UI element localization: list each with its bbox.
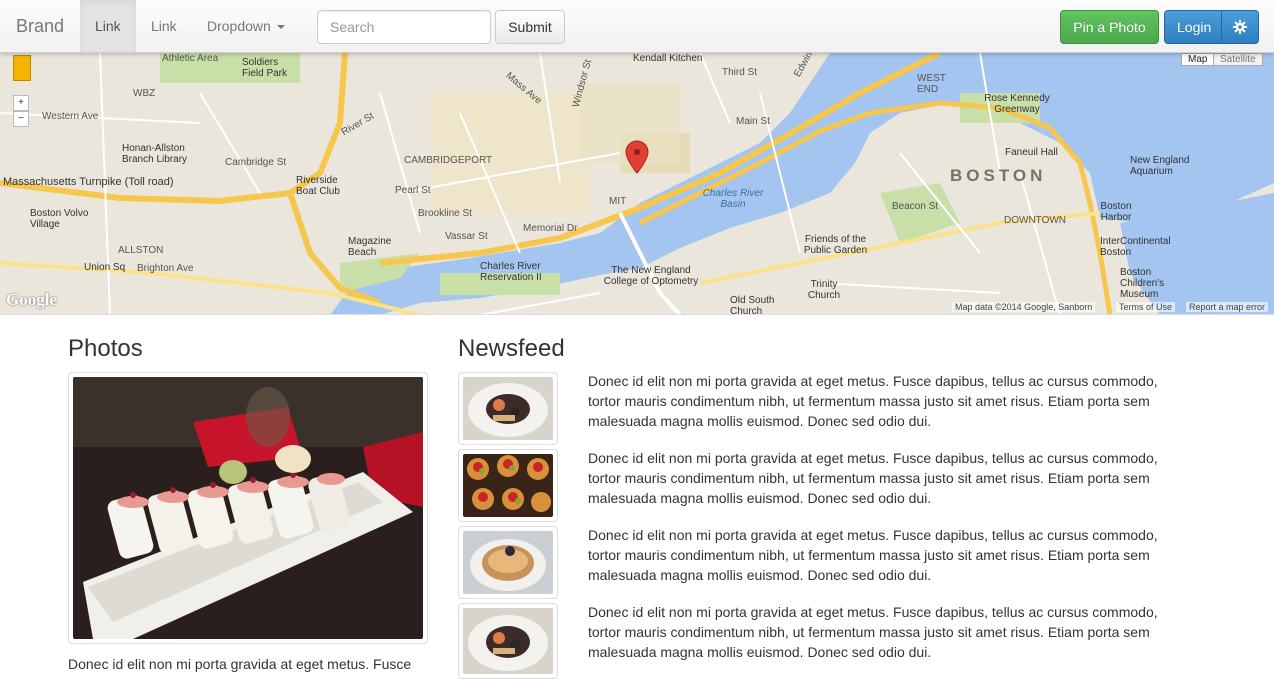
seafood-plate-image <box>463 377 553 440</box>
map-label: Western Ave <box>42 111 99 122</box>
caret-down-icon <box>276 25 285 30</box>
search-input[interactable] <box>317 10 491 44</box>
map-label: Rose Kennedy Greenway <box>984 93 1050 115</box>
newsfeed-thumb[interactable] <box>458 372 558 445</box>
map-label: Riverside Boat Club <box>296 175 340 197</box>
newsfeed-item-text: Donec id elit non mi porta gravida at eg… <box>588 527 1158 583</box>
google-logo: Google <box>6 290 57 309</box>
newsfeed-title: Newsfeed <box>458 335 565 362</box>
map-label: BOSTON <box>950 166 1047 185</box>
map-label: Boston Volvo Village <box>30 208 89 230</box>
map-label: WEST END <box>917 73 946 95</box>
map-label: Kendall Kitchen <box>633 53 703 64</box>
map-label: Beacon St <box>892 201 939 212</box>
gear-icon <box>1233 20 1247 34</box>
map-label: Union Sq <box>84 262 126 273</box>
newsfeed-item-text: Donec id elit non mi porta gravida at eg… <box>588 373 1158 429</box>
map-label: MIT <box>609 196 627 207</box>
sushi-image <box>73 377 423 639</box>
map-label: Charles River Reservation II <box>480 261 542 283</box>
nav-dropdown-label: Dropdown <box>207 18 271 34</box>
map-label: CAMBRIDGEPORT <box>404 155 493 166</box>
map-label: Cambridge St <box>225 157 287 168</box>
map-label: DOWNTOWN <box>1004 215 1067 226</box>
map[interactable]: + − Map Satellite Soldiers Field Park At… <box>0 53 1274 315</box>
seafood-plate-image <box>463 608 553 674</box>
creme-brulee-image <box>463 531 553 594</box>
zoom-in-button[interactable]: + <box>13 95 29 111</box>
photos-title: Photos <box>68 335 143 362</box>
newsfeed-item-text: Donec id elit non mi porta gravida at eg… <box>588 604 1158 660</box>
nav-link-2[interactable]: Link <box>136 0 192 52</box>
map-label: Massachusetts Turnpike (Toll road) <box>3 176 174 188</box>
pegman-icon[interactable] <box>13 55 31 81</box>
map-label: Trinity Church <box>807 279 841 301</box>
tarts-image <box>463 454 553 517</box>
map-attribution: Map data ©2014 Google, Sanborn <box>952 302 1096 312</box>
zoom-out-button[interactable]: − <box>13 111 29 127</box>
photos-caption: Donec id elit non mi porta gravida at eg… <box>68 656 412 672</box>
map-report-link[interactable]: Report a map error <box>1186 302 1269 312</box>
newsfeed-thumb[interactable] <box>458 449 558 522</box>
nav-link-1[interactable]: Link <box>80 0 136 52</box>
map-label: Pearl St <box>395 185 431 196</box>
sushi-photo <box>73 377 423 639</box>
login-button[interactable]: Login <box>1164 10 1222 44</box>
map-label: WBZ <box>133 88 156 99</box>
map-label: ALLSTON <box>118 245 164 256</box>
map-terms-link[interactable]: Terms of Use <box>1116 302 1176 312</box>
map-label: New England Aquarium <box>1130 155 1190 177</box>
brand-link[interactable]: Brand <box>16 0 64 52</box>
map-label: Main St <box>736 116 770 127</box>
map-type-map-button[interactable]: Map <box>1181 53 1215 66</box>
map-label: Faneuil Hall <box>1005 147 1058 158</box>
nav-dropdown[interactable]: Dropdown <box>192 0 300 52</box>
map-label: Memorial Dr <box>523 223 578 234</box>
map-label: The New England College of Optometry <box>603 265 699 287</box>
photo-main[interactable] <box>68 372 428 644</box>
newsfeed-thumb[interactable] <box>458 603 558 679</box>
map-label: Friends of the Public Garden <box>803 234 868 256</box>
settings-button[interactable] <box>1221 10 1259 44</box>
map-label: Vassar St <box>445 231 488 242</box>
navbar: Brand Link Link Dropdown Submit Pin a Ph… <box>0 0 1274 53</box>
map-label: InterContinental Boston <box>1100 236 1171 258</box>
newsfeed-thumb[interactable] <box>458 526 558 599</box>
pin-photo-button[interactable]: Pin a Photo <box>1060 10 1159 44</box>
map-label: Brookline St <box>418 208 472 219</box>
newsfeed-item-text: Donec id elit non mi porta gravida at eg… <box>588 450 1158 506</box>
map-label: Honan-Allston Branch Library <box>122 143 188 165</box>
map-label: Soldiers Field Park <box>242 57 288 79</box>
map-label: Boston Children's Museum <box>1120 267 1165 300</box>
map-label: Third St <box>722 67 758 78</box>
map-label: Charles River Basin <box>702 188 764 210</box>
map-type-satellite-button[interactable]: Satellite <box>1213 53 1263 66</box>
map-label: Brighton Ave <box>137 263 194 274</box>
map-label: Athletic Area <box>162 53 219 64</box>
map-label: Boston Harbor <box>1100 201 1132 223</box>
map-label: Magazine Beach <box>348 236 392 258</box>
map-label: Old South Church <box>730 295 775 315</box>
submit-button[interactable]: Submit <box>495 10 565 44</box>
